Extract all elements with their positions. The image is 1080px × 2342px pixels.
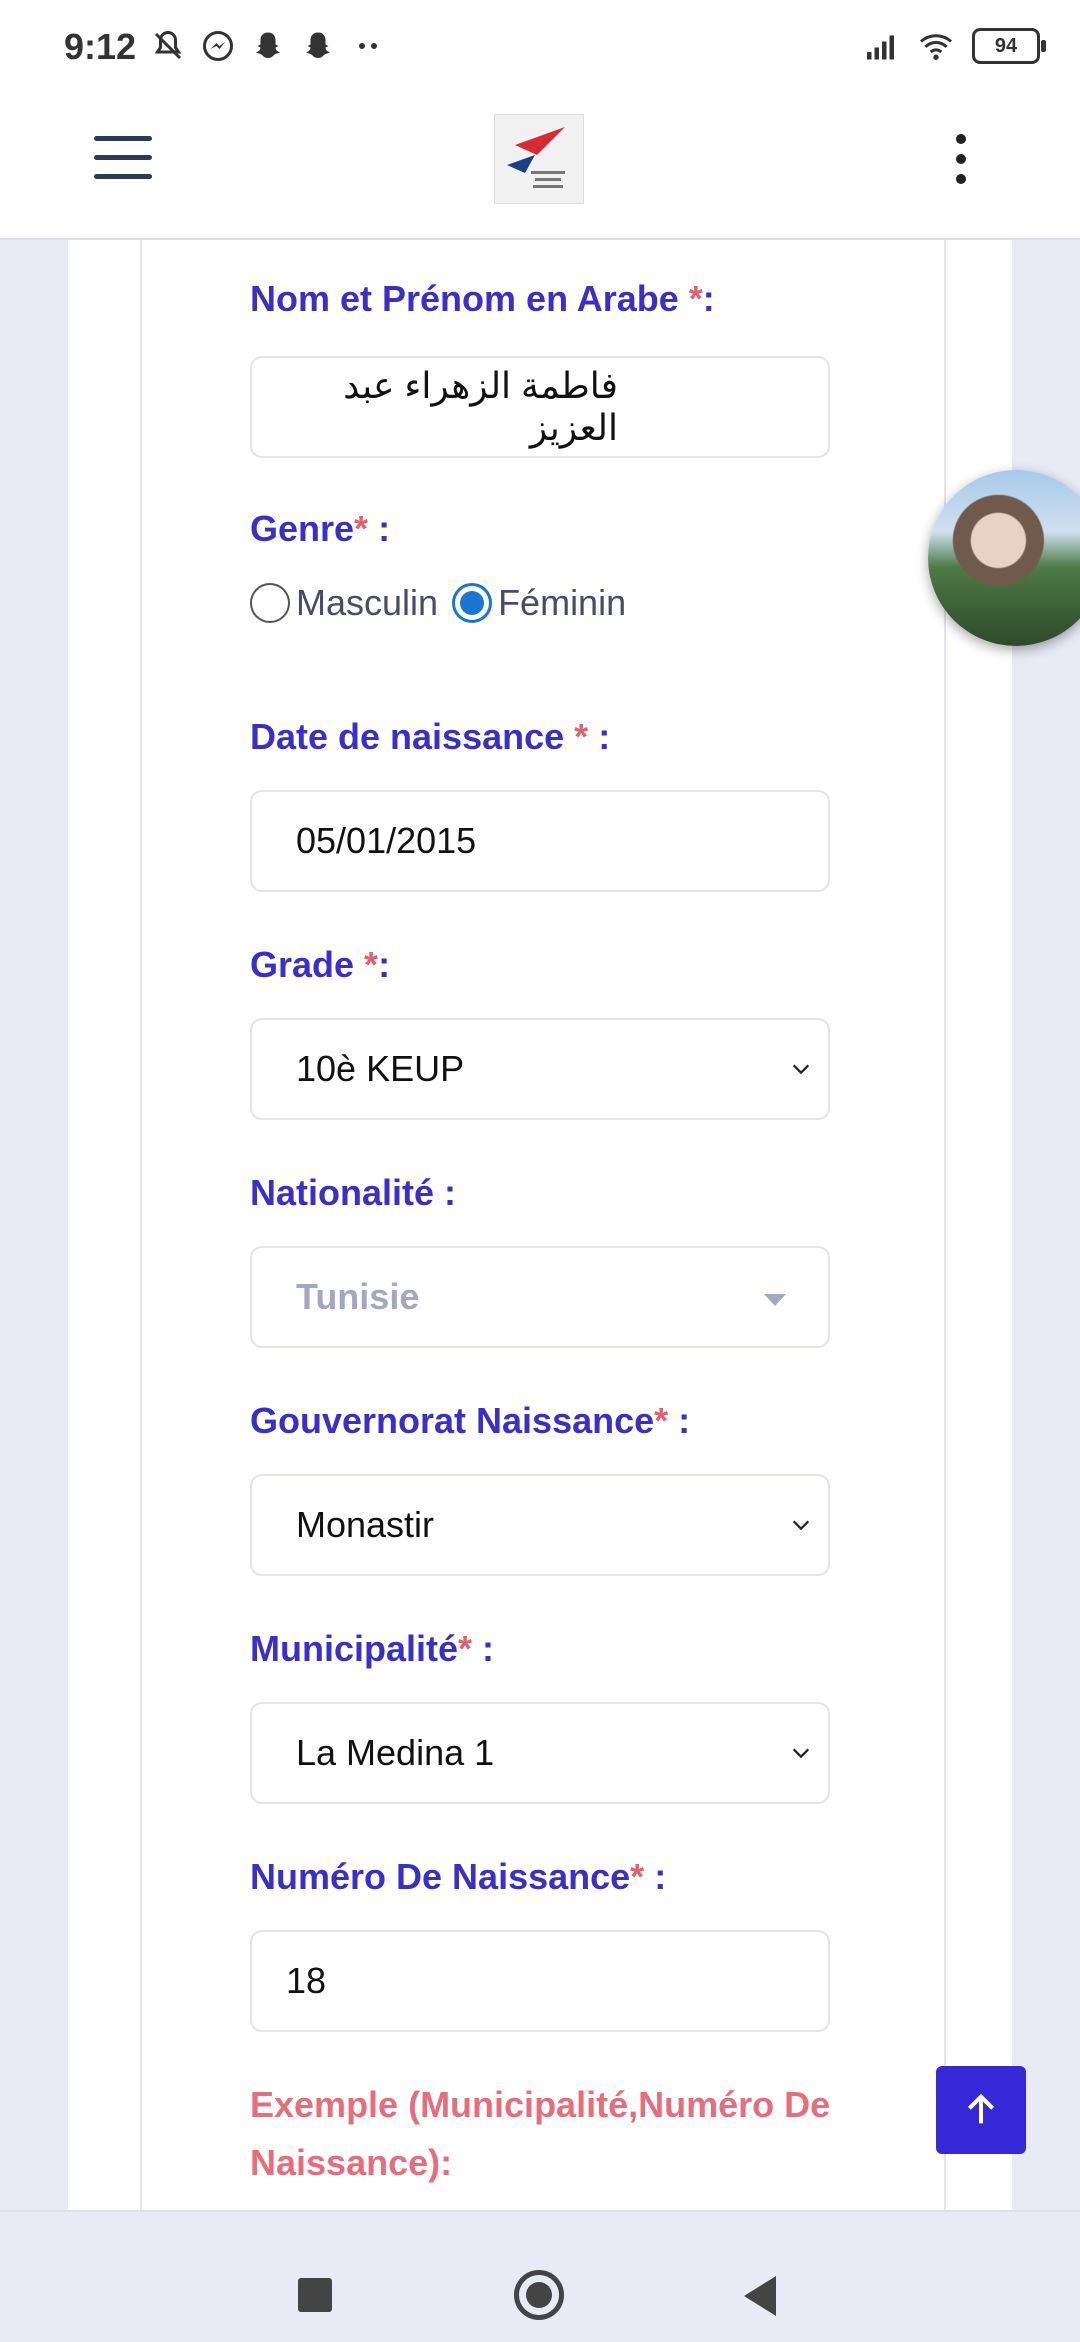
arabic-name-input[interactable]: فاطمة الزهراء عبد العزيز	[250, 356, 830, 458]
kebab-icon[interactable]	[956, 134, 968, 194]
hamburger-icon[interactable]	[94, 136, 152, 196]
battery-icon: 94	[972, 28, 1046, 64]
birth-number-input[interactable]: 18	[250, 1930, 830, 2032]
radio-masculin-label[interactable]: Masculin	[296, 582, 438, 624]
birth-date-label: Date de naissance * :	[250, 716, 611, 757]
logo-icon	[507, 127, 565, 188]
arabic-name-label: Nom et Prénom en Arabe *:	[250, 278, 715, 319]
chevron-down-icon	[792, 1520, 810, 1531]
caret-down-icon	[764, 1294, 786, 1306]
radio-masculin[interactable]	[250, 583, 290, 623]
chevron-down-icon	[792, 1064, 810, 1075]
nationality-select: Tunisie	[250, 1246, 830, 1348]
recents-icon[interactable]	[298, 2278, 332, 2312]
municipality-select[interactable]: La Medina 1	[250, 1702, 830, 1804]
radio-feminin[interactable]	[452, 583, 493, 623]
status-time: 9:12	[64, 26, 137, 67]
arabic-name-value: فاطمة الزهراء عبد العزيز	[343, 365, 618, 448]
grade-label: Grade *:	[250, 944, 391, 985]
scroll-to-top-button[interactable]	[936, 2066, 1026, 2154]
more-dots-icon	[359, 43, 377, 49]
arrow-up-icon	[967, 2093, 995, 2124]
system-icons: 94	[864, 28, 1046, 64]
snapchat-icon	[256, 32, 280, 58]
wifi-icon	[920, 34, 952, 60]
birth-date-input[interactable]: 05/01/2015	[250, 790, 830, 892]
gender-radio-group: Masculin Féminin	[250, 582, 634, 624]
municipality-label: Municipalité* :	[250, 1628, 495, 1669]
back-icon[interactable]	[744, 2276, 776, 2316]
federation-logo[interactable]	[494, 114, 584, 204]
nationality-label: Nationalité :	[250, 1172, 457, 1213]
top-app-bar	[0, 96, 1080, 240]
messenger-icon	[203, 31, 233, 61]
home-icon[interactable]	[514, 2270, 564, 2320]
grade-value: 10è KEUP	[296, 1048, 465, 1089]
birth-date-value: 05/01/2015	[296, 820, 477, 861]
system-nav-bar	[0, 2210, 1080, 2342]
status-bar: 9:12 94	[0, 0, 1080, 96]
municipality-value: La Medina 1	[296, 1732, 495, 1773]
signal-icon	[867, 35, 894, 60]
example-text: Exemple (Municipalité,Numéro De Naissanc…	[250, 2084, 831, 2183]
gender-label: Genre* :	[250, 508, 391, 549]
notification-icons	[150, 28, 386, 64]
mute-icon	[154, 30, 182, 60]
birth-number-value: 18	[286, 1960, 327, 2001]
radio-feminin-label[interactable]: Féminin	[498, 582, 626, 624]
birth-number-label: Numéro De Naissance* :	[250, 1856, 667, 1897]
chevron-down-icon	[792, 1748, 810, 1759]
birth-governorate-select[interactable]: Monastir	[250, 1474, 830, 1576]
grade-select[interactable]: 10è KEUP	[250, 1018, 830, 1120]
nationality-value: Tunisie	[296, 1276, 420, 1317]
snapchat-icon	[306, 32, 330, 58]
birth-governorate-value: Monastir	[296, 1504, 435, 1545]
birth-governorate-label: Gouvernorat Naissance* :	[250, 1400, 691, 1441]
